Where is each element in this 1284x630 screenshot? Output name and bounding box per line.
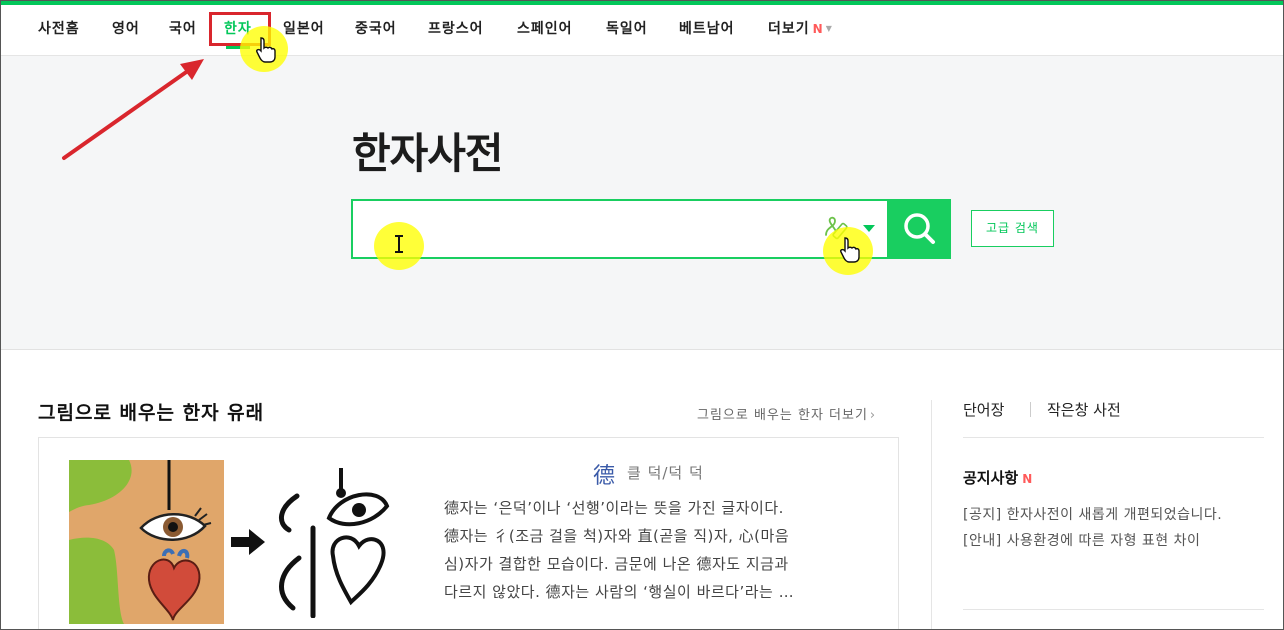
hanja-origin-card[interactable]: 德 클 덕/덕 덕 德자는 ‘은덕’이나 ‘선행’이라는 뜻을 가진 글자이다.… [38,437,899,630]
nav-item-vietnamese[interactable]: 베트남어 [679,5,735,55]
chevron-down-icon: ▼ [825,24,833,33]
hero-search-area: 한자사전 고급 검색 [0,56,1284,350]
origin-illustration [69,460,224,624]
more-link[interactable]: 그림으로 배우는 한자 더보기 › [697,404,876,423]
hanja-description: 德자는 ‘은덕’이나 ‘선행’이라는 뜻을 가진 글자이다. 德자는 彳(조금 … [444,494,874,606]
cursor-highlight [823,227,873,275]
page-title: 한자사전 [352,129,504,178]
notice-item[interactable]: [공지] 한자사전이 새롭게 개편되었습니다. [963,504,1222,524]
nav-item-japanese[interactable]: 일본어 [283,5,325,55]
search-box [351,199,889,259]
cursor-highlight [374,222,424,270]
arrow-right-icon [231,529,265,555]
description-line: 德자는 ‘은덕’이나 ‘선행’이라는 뜻을 가진 글자이다. [444,499,784,517]
description-line: 심)자가 결합한 모습이다. 금문에 나온 德자도 지금과 [444,555,789,573]
hanja-meaning-sound: 클 덕/덕 덕 [627,464,704,482]
chevron-right-icon: › [869,408,877,423]
tab-separator [1030,402,1031,417]
sidebar-rule [963,609,1264,610]
nav-item-more-label: 더보기 [768,21,810,37]
new-badge: N [812,22,824,36]
description-line: 德자는 彳(조금 걸을 척)자와 直(곧을 직)자, 心(마음 [444,527,790,545]
nav-item-english[interactable]: 영어 [112,5,140,55]
notice-item[interactable]: [안내] 사용환경에 따른 자형 표현 차이 [963,530,1200,550]
hanja-character[interactable]: 德 [593,458,615,490]
nav-item-more[interactable]: 더보기 N ▼ [768,5,833,55]
notice-title-text: 공지사항 [963,469,1019,487]
more-link-label: 그림으로 배우는 한자 더보기 [697,408,868,423]
search-input[interactable] [363,209,803,249]
tab-vocabulary[interactable]: 단어장 [963,399,1004,420]
notice-heading[interactable]: 공지사항 N [963,467,1032,488]
nav-item-spanish[interactable]: 스페인어 [517,5,573,55]
nav-item-dict-home[interactable]: 사전홈 [38,5,80,55]
nav-item-korean[interactable]: 국어 [169,5,197,55]
sidebar-rule [963,437,1264,438]
new-badge: N [1022,472,1033,486]
search-button[interactable] [888,199,951,259]
tab-small-window-dict[interactable]: 작은창 사전 [1047,399,1121,420]
handwriting-dropdown-icon[interactable] [863,225,875,232]
sidebar-divider [931,400,932,630]
advanced-search-button[interactable]: 고급 검색 [971,210,1054,247]
nav-item-chinese[interactable]: 중국어 [355,5,397,55]
nav-item-german[interactable]: 독일어 [606,5,648,55]
search-icon [904,213,935,244]
section-title: 그림으로 배우는 한자 유래 [38,402,265,424]
description-line: 다르지 않았다. 德자는 사람의 ‘행실이 바르다’라는 … [444,583,795,601]
ancient-glyph-image [279,468,390,618]
cursor-highlight [240,26,288,72]
dictionary-nav: 사전홈 영어 국어 한자 일본어 중국어 프랑스어 스페인어 독일어 베트남어 … [0,5,1284,56]
nav-item-french[interactable]: 프랑스어 [428,5,484,55]
